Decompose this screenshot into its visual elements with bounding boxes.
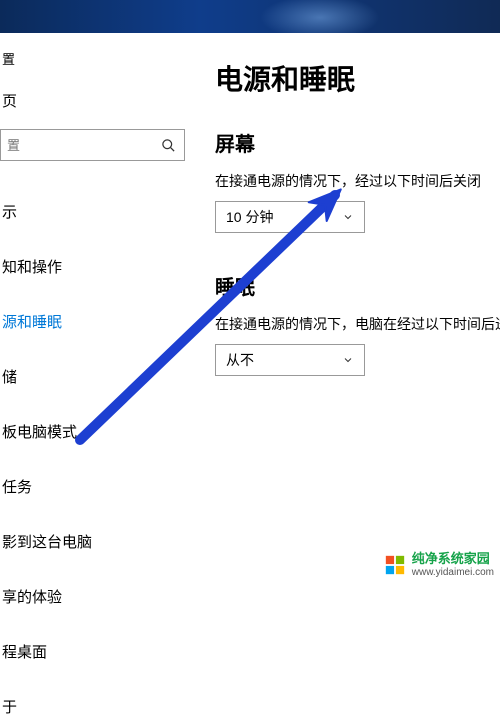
sleep-timeout-value: 从不	[226, 350, 254, 370]
page-title: 电源和睡眠	[215, 58, 500, 98]
sidebar-item-display[interactable]: 示	[0, 191, 195, 232]
home-link[interactable]: 页	[0, 90, 195, 111]
screen-heading: 屏幕	[215, 128, 500, 157]
search-wrap	[0, 129, 185, 161]
settings-label: 置	[0, 49, 195, 68]
sleep-heading: 睡眠	[215, 271, 500, 300]
sidebar-item-storage[interactable]: 储	[0, 356, 195, 397]
settings-search[interactable]	[0, 129, 185, 161]
screen-timeout-select[interactable]: 10 分钟	[215, 201, 365, 233]
sidebar-item-tablet-mode[interactable]: 板电脑模式	[0, 411, 195, 452]
sidebar-item-shared-exp[interactable]: 享的体验	[0, 576, 195, 617]
screen-desc: 在接通电源的情况下，经过以下时间后关闭	[215, 171, 500, 191]
content-area: 置 页 示 知和操作 源和睡眠 储 板电脑模式 任务 影到这台电脑 享的体验 程…	[0, 33, 500, 583]
watermark-url: www.yidaimei.com	[412, 567, 494, 579]
sidebar-item-remote-desktop[interactable]: 程桌面	[0, 631, 195, 672]
sidebar-item-projecting[interactable]: 影到这台电脑	[0, 521, 195, 562]
chevron-down-icon	[342, 211, 354, 223]
sidebar-item-label: 于	[2, 699, 17, 716]
search-input[interactable]	[7, 138, 157, 153]
sidebar-item-label: 源和睡眠	[2, 314, 62, 331]
watermark-title: 纯净系统家园	[412, 552, 494, 567]
sidebar-item-power-sleep[interactable]: 源和睡眠	[0, 301, 195, 342]
chevron-down-icon	[342, 354, 354, 366]
sidebar: 置 页 示 知和操作 源和睡眠 储 板电脑模式 任务 影到这台电脑 享的体验 程…	[0, 33, 195, 583]
sidebar-item-label: 任务	[2, 479, 32, 496]
screen-timeout-value: 10 分钟	[226, 207, 273, 227]
home-label: 页	[2, 93, 17, 110]
watermark-logo-icon	[384, 554, 406, 576]
sidebar-item-label: 影到这台电脑	[2, 534, 92, 551]
sidebar-item-about[interactable]: 于	[0, 686, 195, 727]
sleep-desc: 在接通电源的情况下，电脑在经过以下时间后进入睡眠	[215, 314, 500, 334]
watermark: 纯净系统家园 www.yidaimei.com	[384, 552, 494, 578]
window-titlebar	[0, 0, 500, 33]
sidebar-item-label: 板电脑模式	[2, 424, 77, 441]
sidebar-item-multitask[interactable]: 任务	[0, 466, 195, 507]
sidebar-item-label: 知和操作	[2, 259, 62, 276]
main-panel: 电源和睡眠 屏幕 在接通电源的情况下，经过以下时间后关闭 10 分钟 睡眠 在接…	[195, 33, 500, 583]
sidebar-item-label: 程桌面	[2, 644, 47, 661]
sleep-timeout-select[interactable]: 从不	[215, 344, 365, 376]
sidebar-item-label: 示	[2, 204, 17, 221]
sidebar-item-label: 享的体验	[2, 589, 62, 606]
sidebar-item-notifications[interactable]: 知和操作	[0, 246, 195, 287]
search-icon	[161, 138, 176, 153]
sidebar-item-label: 储	[2, 369, 17, 386]
